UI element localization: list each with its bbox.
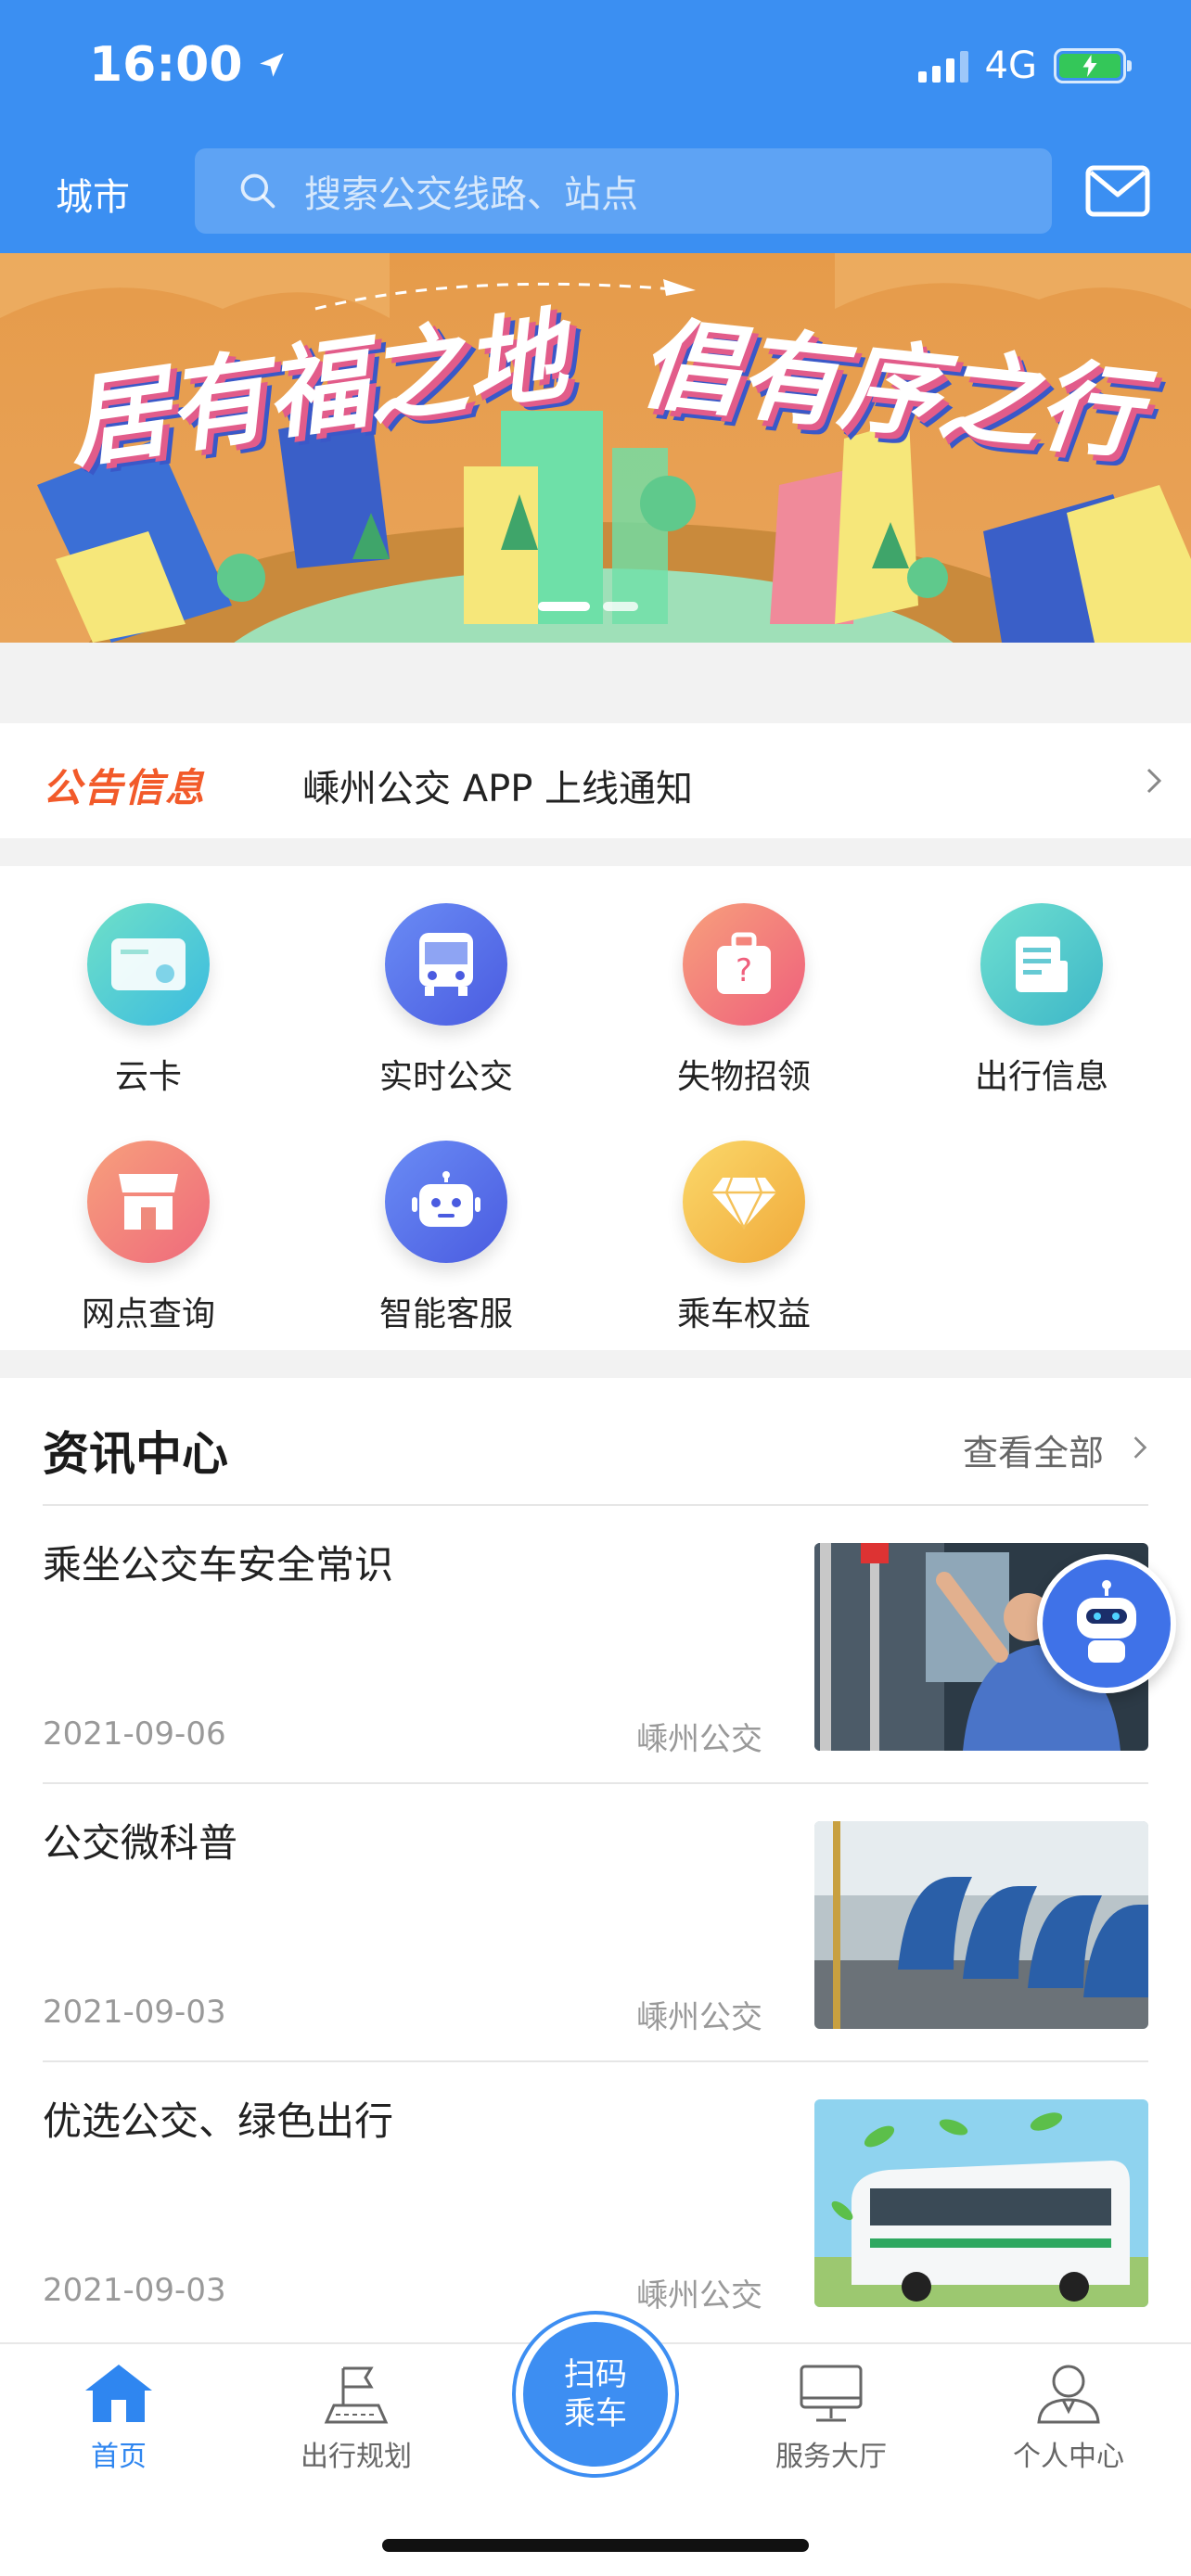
header: 16:00 4G 城市 搜索公交线路、站点 [0, 0, 1191, 253]
func-travel-info[interactable]: 出行信息 [949, 903, 1134, 1098]
news-item-date: 2021-09-03 [43, 2272, 226, 2309]
assistant-robot-button[interactable] [1037, 1554, 1176, 1693]
notice-tag: 公告信息 [43, 765, 207, 810]
func-label: 失物招领 [676, 1058, 811, 1096]
lost-found-icon: ? [683, 903, 805, 1026]
func-label: 网点查询 [81, 1295, 215, 1333]
news-item-date: 2021-09-03 [43, 1994, 226, 2031]
network-text: 4G [984, 45, 1037, 87]
news-item[interactable]: 公交微科普 2021-09-03 嵊州公交 [43, 1784, 1148, 2062]
tab-home[interactable]: 首页 [26, 2363, 211, 2474]
bus-icon [385, 903, 507, 1026]
search-input[interactable]: 搜索公交线路、站点 [195, 148, 1052, 234]
tab-label: 个人中心 [1013, 2441, 1124, 2473]
func-label: 智能客服 [378, 1295, 513, 1333]
status-time: 16:00 [89, 37, 288, 93]
chevron-right-icon [1133, 1436, 1147, 1459]
location-arrow-icon [259, 53, 284, 77]
news-item-source: 嵊州公交 [636, 1721, 762, 1758]
news-center: 资讯中心 查看全部 乘坐公交车安全常识 2021-09-06 嵊州公交 公交微科… [0, 1378, 1191, 2342]
tab-label: 首页 [91, 2441, 147, 2473]
home-icon [85, 2365, 152, 2422]
news-section-title: 资讯中心 [43, 1427, 228, 1481]
user-icon [1037, 2365, 1100, 2424]
news-item[interactable]: 优选公交、绿色出行 2021-09-03 嵊州公交 [43, 2062, 1148, 2340]
status-bar: 16:00 4G [0, 0, 1191, 130]
news-item-source: 嵊州公交 [636, 2277, 762, 2315]
view-all-link[interactable]: 查看全部 [963, 1424, 1104, 1475]
time-text: 16:00 [89, 37, 243, 93]
func-label: 云卡 [114, 1058, 182, 1096]
func-smart-service[interactable]: 智能客服 [353, 1141, 539, 1335]
robot-icon [1077, 1580, 1136, 1663]
store-icon [87, 1141, 210, 1263]
battery-icon [1054, 48, 1132, 83]
func-ride-benefits[interactable]: 乘车权益 [651, 1141, 837, 1335]
status-right: 4G [917, 45, 1132, 87]
robot-icon [385, 1141, 507, 1263]
cloud-card-icon [87, 903, 210, 1026]
travel-info-icon [980, 903, 1103, 1026]
func-label: 实时公交 [378, 1058, 513, 1096]
mail-icon[interactable] [1085, 165, 1150, 217]
scan-label-line1: 扫码 [564, 2356, 627, 2393]
news-item-title: 优选公交、绿色出行 [43, 2098, 394, 2144]
tab-profile[interactable]: 个人中心 [976, 2363, 1161, 2474]
func-cloud-card[interactable]: 云卡 [56, 903, 241, 1098]
city-selector[interactable]: 城市 [56, 167, 130, 221]
chevron-right-icon [1146, 768, 1162, 794]
svg-text:?: ? [736, 952, 752, 989]
diamond-icon [683, 1141, 805, 1263]
tab-label: 服务大厅 [775, 2441, 887, 2473]
home-indicator [382, 2539, 809, 2552]
news-item-title: 公交微科普 [43, 1820, 238, 1866]
function-grid: 云卡 实时公交 ? 失物招领 出行信息 网点查询 智能客服 乘车权益 [0, 866, 1191, 1350]
scan-label-line2: 乘车 [564, 2395, 627, 2432]
news-item-title: 乘坐公交车安全常识 [43, 1542, 394, 1588]
promo-banner[interactable]: 居有福之地 倡有序之行 [0, 253, 1191, 643]
func-label: 乘车权益 [676, 1295, 811, 1333]
tab-trip-plan[interactable]: 出行规划 [263, 2363, 449, 2474]
func-realtime-bus[interactable]: 实时公交 [353, 903, 539, 1098]
news-item-source: 嵊州公交 [636, 1999, 762, 2036]
func-store-query[interactable]: 网点查询 [56, 1141, 241, 1335]
func-lost-found[interactable]: ? 失物招领 [651, 903, 837, 1098]
monitor-icon [800, 2365, 863, 2422]
flag-map-icon [324, 2366, 389, 2424]
signal-icon [917, 49, 968, 83]
func-label: 出行信息 [974, 1058, 1108, 1096]
banner-pagination [538, 602, 638, 611]
nav-row: 城市 搜索公交线路、站点 [0, 148, 1191, 234]
news-item[interactable]: 乘坐公交车安全常识 2021-09-06 嵊州公交 [43, 1506, 1148, 1784]
news-thumbnail [814, 2099, 1148, 2307]
scan-to-ride-button[interactable]: 扫码 乘车 [516, 2315, 675, 2474]
news-item-date: 2021-09-06 [43, 1715, 226, 1753]
tab-label: 出行规划 [301, 2441, 412, 2473]
search-placeholder: 搜索公交线路、站点 [304, 173, 638, 216]
notice-bar[interactable]: 公告信息 嵊州公交 APP 上线通知 [0, 723, 1191, 838]
search-icon [240, 173, 275, 209]
news-thumbnail [814, 1821, 1148, 2029]
notice-text: 嵊州公交 APP 上线通知 [302, 768, 694, 810]
tab-service-hall[interactable]: 服务大厅 [738, 2363, 924, 2474]
